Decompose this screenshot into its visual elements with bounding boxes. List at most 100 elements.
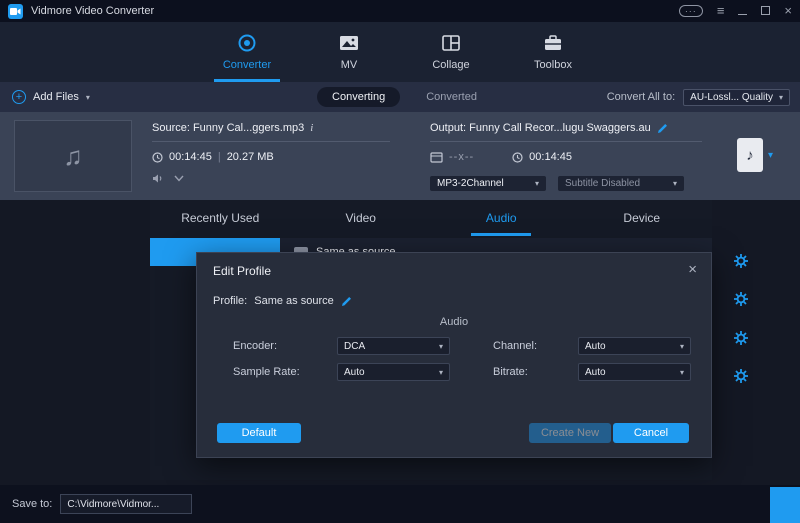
encoder-value: DCA xyxy=(344,341,365,352)
sample-rate-label: Sample Rate: xyxy=(233,366,300,378)
dialog-title: Edit Profile xyxy=(213,264,271,278)
chevron-down-icon: ▾ xyxy=(680,342,684,351)
dialog-close-button[interactable]: × xyxy=(688,261,697,278)
output-filename: Output: Funny Call Recor...lugu Swaggers… xyxy=(430,122,651,134)
tab-converter-label: Converter xyxy=(223,59,271,71)
maximize-button[interactable] xyxy=(761,2,770,20)
clock-icon xyxy=(512,152,523,163)
close-button[interactable]: × xyxy=(784,5,792,17)
settings-gear-icon[interactable] xyxy=(733,368,749,384)
output-block: Output: Funny Call Recor...lugu Swaggers… xyxy=(430,122,702,163)
app-title: Vidmore Video Converter xyxy=(31,5,154,17)
app-logo-icon xyxy=(8,4,23,19)
add-files-button[interactable]: + Add Files ▾ xyxy=(0,90,90,104)
effect-icon[interactable] xyxy=(430,152,443,163)
default-button[interactable]: Default xyxy=(217,423,301,443)
tab-toolbox[interactable]: Toolbox xyxy=(522,22,584,82)
profile-tab-audio[interactable]: Audio xyxy=(431,200,572,236)
music-note-icon: ♪ xyxy=(746,147,754,164)
encoder-select[interactable]: DCA ▾ xyxy=(337,337,450,355)
profile-tab-recently-used[interactable]: Recently Used xyxy=(150,200,291,236)
source-size: 20.27 MB xyxy=(227,151,274,163)
tab-mv-label: MV xyxy=(341,59,358,71)
chevron-down-icon[interactable] xyxy=(174,175,184,182)
profile-label: Profile: xyxy=(213,295,247,307)
channel-label: Channel: xyxy=(493,340,537,352)
tab-mv[interactable]: MV xyxy=(318,22,380,82)
minimize-button[interactable] xyxy=(738,2,747,20)
source-filename: Source: Funny Cal...ggers.mp3 xyxy=(152,122,304,134)
source-duration: 00:14:45 xyxy=(169,151,212,163)
tab-toolbox-label: Toolbox xyxy=(534,59,572,71)
save-path-input[interactable]: C:\Vidmore\Vidmor... xyxy=(60,494,192,514)
output-duration: 00:14:45 xyxy=(529,151,572,163)
source-block: Source: Funny Cal...ggers.mp3 i 00:14:45… xyxy=(152,122,390,184)
bitrate-select[interactable]: Auto ▾ xyxy=(578,363,691,381)
subtitle-dropdown[interactable]: Subtitle Disabled ▾ xyxy=(558,176,684,191)
titlebar: Vidmore Video Converter ··· ≡ × xyxy=(0,0,800,22)
subtitle-value: Subtitle Disabled xyxy=(565,178,640,189)
cancel-button[interactable]: Cancel xyxy=(613,423,689,443)
profile-tab-video[interactable]: Video xyxy=(291,200,432,236)
channel-value: Auto xyxy=(585,341,606,352)
converter-icon xyxy=(236,33,258,53)
tab-collage[interactable]: Collage xyxy=(420,22,482,82)
section-title: Audio xyxy=(197,316,711,328)
chevron-down-icon: ▾ xyxy=(779,93,783,102)
format-caret-icon[interactable]: ▾ xyxy=(768,150,773,161)
file-thumbnail: ♫ xyxy=(14,120,132,192)
settings-gear-icon[interactable] xyxy=(733,330,749,346)
separator: | xyxy=(218,151,221,163)
profile-value: Same as source xyxy=(254,295,333,307)
chevron-down-icon: ▾ xyxy=(673,179,677,188)
mv-icon xyxy=(338,33,360,53)
effect-placeholder: --x-- xyxy=(449,151,474,163)
create-new-button[interactable]: Create New xyxy=(529,423,611,443)
tab-converter[interactable]: Converter xyxy=(216,22,278,82)
bitrate-label: Bitrate: xyxy=(493,366,528,378)
chevron-down-icon: ▾ xyxy=(680,368,684,377)
tab-converted[interactable]: Converted xyxy=(420,87,483,107)
sample-rate-value: Auto xyxy=(344,367,365,378)
bitrate-value: Auto xyxy=(585,367,606,378)
output-format-dropdown[interactable]: MP3-2Channel ▾ xyxy=(430,176,546,191)
chevron-down-icon: ▾ xyxy=(86,93,90,102)
convert-all-button[interactable] xyxy=(770,487,800,523)
chevron-down-icon: ▾ xyxy=(439,368,443,377)
encoder-label: Encoder: xyxy=(233,340,277,352)
convert-all-to-label: Convert All to: xyxy=(607,91,675,103)
music-note-icon: ♫ xyxy=(63,141,83,172)
convert-all-to-dropdown[interactable]: AU-Lossl... Quality ▾ xyxy=(683,89,790,106)
chevron-down-icon: ▾ xyxy=(439,342,443,351)
divider xyxy=(152,141,390,142)
save-to-label: Save to: xyxy=(12,498,52,510)
menu-icon[interactable]: ≡ xyxy=(717,5,725,17)
convert-all-to-value: AU-Lossl... Quality xyxy=(690,92,773,103)
tab-converting[interactable]: Converting xyxy=(317,87,400,107)
add-files-label: Add Files xyxy=(33,91,79,103)
tab-collage-label: Collage xyxy=(432,59,469,71)
file-row: ♫ Source: Funny Cal...ggers.mp3 i 00:14:… xyxy=(0,112,800,200)
toolbox-icon xyxy=(542,33,564,53)
profile-tabs: Recently Used Video Audio Device xyxy=(150,200,712,236)
output-format-value: MP3-2Channel xyxy=(437,178,504,189)
info-icon[interactable]: i xyxy=(310,122,313,134)
main-nav: Converter MV Collage Toolbox xyxy=(0,22,800,82)
sample-rate-select[interactable]: Auto ▾ xyxy=(337,363,450,381)
channel-select[interactable]: Auto ▾ xyxy=(578,337,691,355)
edit-profile-dialog: Edit Profile × Profile: Same as source A… xyxy=(196,252,712,458)
speaker-icon[interactable] xyxy=(152,173,164,184)
audio-format-icon[interactable]: ♪ xyxy=(737,138,763,172)
feedback-menu-button[interactable]: ··· xyxy=(679,5,703,17)
collage-icon xyxy=(440,33,462,53)
bottom-bar: Save to: C:\Vidmore\Vidmor... xyxy=(0,485,800,523)
settings-gear-icon[interactable] xyxy=(733,291,749,307)
clock-icon xyxy=(152,152,163,163)
toolbar: + Add Files ▾ Converting Converted Conve… xyxy=(0,82,800,112)
plus-circle-icon: + xyxy=(12,90,26,104)
divider xyxy=(430,141,702,142)
settings-gear-icon[interactable] xyxy=(733,253,749,269)
profile-tab-device[interactable]: Device xyxy=(572,200,713,236)
edit-pencil-icon[interactable] xyxy=(657,123,668,134)
edit-pencil-icon[interactable] xyxy=(341,296,352,307)
